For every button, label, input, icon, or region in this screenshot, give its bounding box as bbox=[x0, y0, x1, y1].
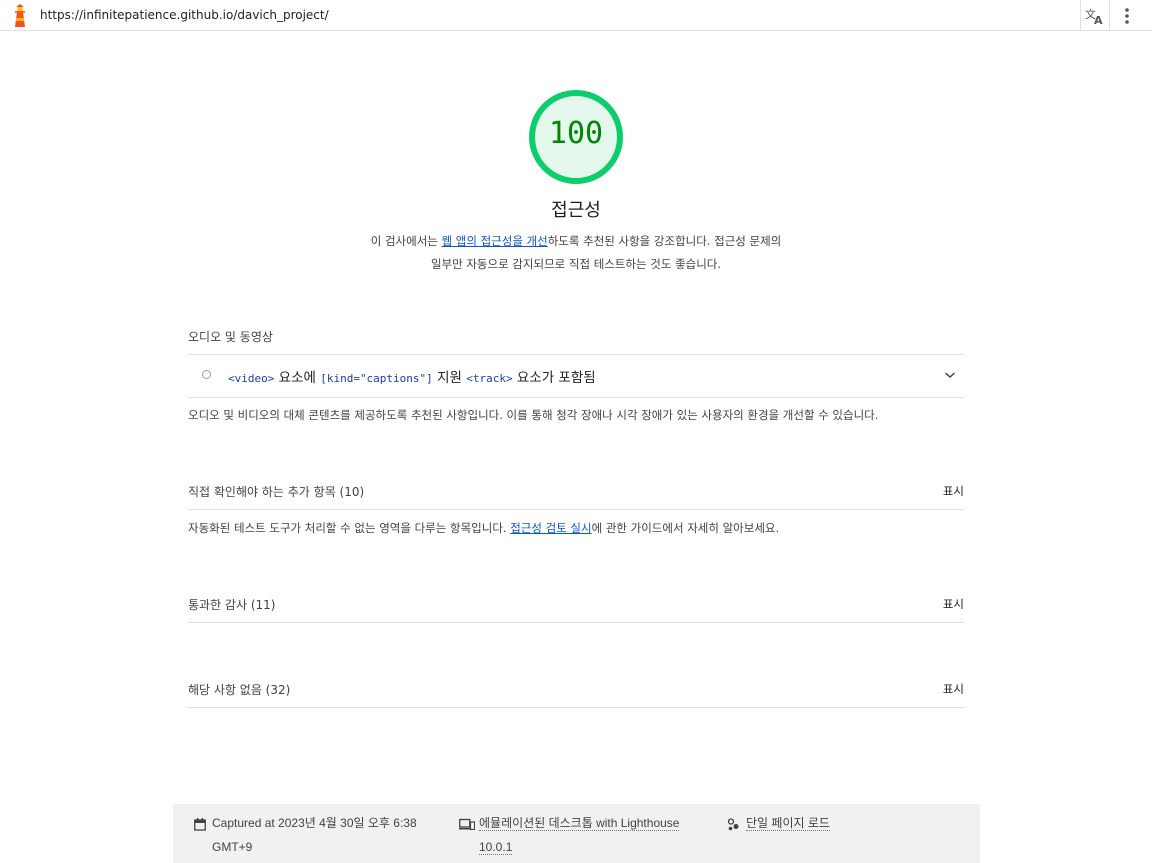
page-load-label: 단일 페이지 로드 bbox=[746, 816, 830, 831]
devices-icon bbox=[459, 818, 475, 830]
more-vert-icon bbox=[1125, 8, 1129, 24]
captured-time-line1: Captured at 2023년 4월 30일 오후 6:38 bbox=[212, 816, 417, 830]
divider bbox=[188, 397, 964, 398]
emulated-device-line2: 10.0.1 bbox=[479, 840, 513, 855]
group-title-not-applicable[interactable]: 해당 사항 없음 (32) bbox=[188, 681, 290, 698]
report-url[interactable]: https://infinitepatience.github.io/davic… bbox=[40, 8, 329, 22]
more-menu-button[interactable] bbox=[1116, 5, 1138, 27]
report-footer: Captured at 2023년 4월 30일 오후 6:38 GMT+9 에… bbox=[173, 804, 980, 863]
report-topbar: https://infinitepatience.github.io/davic… bbox=[0, 0, 1152, 31]
group-title-passed[interactable]: 통과한 감사 (11) bbox=[188, 596, 275, 613]
audit-title-text: 요소에 bbox=[274, 370, 321, 386]
svg-text:A: A bbox=[1094, 14, 1103, 25]
audit-code-kind-captions: [kind="captions"] bbox=[320, 372, 433, 385]
chevron-down-icon bbox=[945, 372, 955, 379]
page-load-icon bbox=[727, 818, 739, 831]
emulated-device[interactable]: 에뮬레이션된 데스크톱 with Lighthouse 10.0.1 bbox=[479, 811, 680, 859]
group-description-audio-video: 오디오 및 비디오의 대체 콘텐츠를 제공하도록 추천된 사항입니다. 이를 통… bbox=[188, 408, 879, 422]
emulated-device-line1: 에뮬레이션된 데스크톱 with Lighthouse bbox=[479, 816, 680, 831]
audit-title: <video> 요소에 [kind="captions"] 지원 <track>… bbox=[228, 366, 596, 386]
category-description-text: 이 검사에서는 bbox=[370, 234, 442, 248]
page-load-type[interactable]: 단일 페이지 로드 bbox=[746, 811, 830, 835]
captured-time-line2: GMT+9 bbox=[212, 840, 253, 854]
show-manual-button[interactable]: 표시 bbox=[930, 483, 964, 499]
lighthouse-icon bbox=[15, 4, 25, 27]
calendar-icon bbox=[194, 818, 206, 831]
divider bbox=[188, 509, 964, 510]
manual-description-text-end: 에 관한 가이드에서 자세히 알아보세요. bbox=[591, 521, 780, 535]
audit-title-text: 요소가 포함됨 bbox=[512, 370, 596, 386]
show-passed-button[interactable]: 표시 bbox=[930, 596, 964, 612]
audit-code-video: <video> bbox=[228, 372, 275, 385]
show-not-applicable-button[interactable]: 표시 bbox=[930, 681, 964, 697]
audit-row-video-caption[interactable]: <video> 요소에 [kind="captions"] 지원 <track>… bbox=[188, 355, 964, 397]
group-title-manual[interactable]: 직접 확인해야 하는 추가 항목 (10) bbox=[188, 483, 364, 500]
audit-code-track: <track> bbox=[466, 372, 513, 385]
translate-button[interactable]: 文 A bbox=[1080, 0, 1110, 31]
audit-title-text: 지원 bbox=[432, 370, 467, 386]
group-description-manual: 자동화된 테스트 도구가 처리할 수 없는 영역을 다루는 항목입니다. 접근성… bbox=[188, 520, 779, 536]
category-description: 이 검사에서는 웹 앱의 접근성을 개선하도록 추천된 사항을 강조합니다. 접… bbox=[370, 230, 782, 276]
manual-description-text: 자동화된 테스트 도구가 처리할 수 없는 영역을 다루는 항목입니다. bbox=[188, 521, 511, 535]
group-title-audio-video: 오디오 및 동영상 bbox=[188, 330, 273, 344]
score-value: 100 bbox=[548, 116, 604, 151]
divider bbox=[188, 707, 964, 708]
category-title: 접근성 bbox=[551, 200, 601, 221]
translate-icon: 文 A bbox=[1085, 7, 1103, 25]
divider bbox=[188, 622, 964, 623]
audit-status-icon bbox=[202, 370, 211, 379]
manual-description-link[interactable]: 접근성 검토 실시 bbox=[510, 521, 591, 535]
captured-time: Captured at 2023년 4월 30일 오후 6:38 GMT+9 bbox=[212, 811, 417, 859]
category-description-link[interactable]: 웹 앱의 접근성을 개선 bbox=[442, 234, 548, 248]
